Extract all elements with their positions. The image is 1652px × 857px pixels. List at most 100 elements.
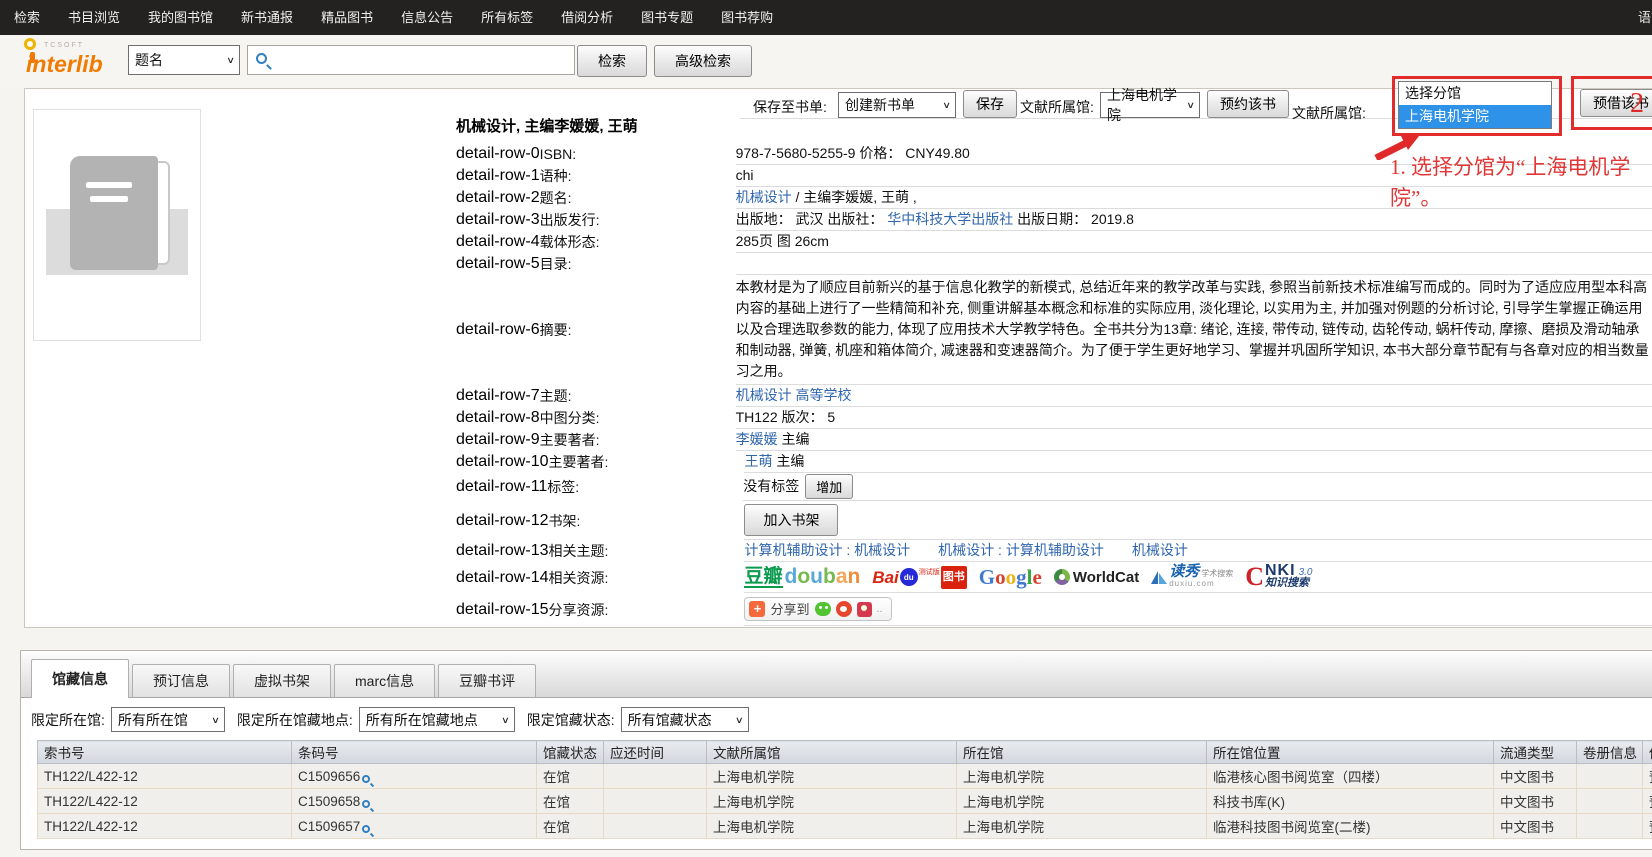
nav-item-借阅分析[interactable]: 借阅分析 <box>547 0 627 35</box>
share-plus-icon[interactable]: + <box>749 601 765 617</box>
cell-0-3 <box>604 764 707 789</box>
detail-link[interactable]: 王萌 <box>744 453 772 469</box>
share-widget[interactable]: +分享到.. <box>744 597 891 621</box>
tab-marc信息[interactable]: marc信息 <box>334 664 435 697</box>
filter-select-2[interactable]: 所有馆藏状态∨ <box>621 707 749 732</box>
cell-cut-2[interactable]: 预借 <box>1643 814 1652 839</box>
detail-label: 相关资源: <box>548 567 744 589</box>
duxiu-logo[interactable]: 读秀学术搜索duxiu.com <box>1151 566 1233 589</box>
save-list-select[interactable]: 创建新书单 ∨ <box>838 92 956 118</box>
detail-value: 机械设计 高等学校 <box>736 385 1652 407</box>
advanced-search-button[interactable]: 高级检索 <box>654 45 752 77</box>
annotation-step1: 1. 选择分馆为“上海电机学 院”。 <box>1390 152 1652 214</box>
add-to-shelf-button[interactable]: 加入书架 <box>744 504 838 536</box>
book-icon <box>70 156 170 270</box>
nav-item-信息公告[interactable]: 信息公告 <box>387 0 467 35</box>
detail-label: 目录: <box>540 253 736 275</box>
nav-item-图书专题[interactable]: 图书专题 <box>627 0 707 35</box>
nav-item-图书荐购[interactable]: 图书荐购 <box>707 0 787 35</box>
cell-cut-1[interactable]: 预借 <box>1643 789 1652 814</box>
detail-value: 本教材是为了顺应目前新兴的基于信息化教学的新模式, 总结近年来的教学改革与实践,… <box>736 275 1652 385</box>
annotation-step1-line1: 1. 选择分馆为“上海电机学 <box>1390 152 1652 183</box>
branch-dropdown-list[interactable]: 选择分馆 上海电机学院 <box>1398 81 1552 129</box>
cell-1-1: C1509658 <box>292 789 537 814</box>
detail-label: 题名: <box>540 187 736 209</box>
detail-link[interactable]: 机械设计 高等学校 <box>736 387 852 403</box>
detail-value: 加入书架 <box>744 501 1652 540</box>
cell-2-5: 上海电机学院 <box>957 814 1207 839</box>
detail-text: / 主编李媛媛, 王萌 , <box>792 189 917 205</box>
drow: detail-row-10主要著者:王萌 主编 <box>456 451 1652 473</box>
detail-link[interactable]: 机械设计 <box>736 189 792 205</box>
share-more[interactable]: .. <box>877 600 883 619</box>
cell-1-7: 中文图书 <box>1494 789 1577 814</box>
filter-value-2: 所有馆藏状态 <box>628 710 712 730</box>
douban-letter: u <box>810 565 823 588</box>
cnki-c-glyph: C <box>1245 566 1264 588</box>
nav-item-精品图书[interactable]: 精品图书 <box>307 0 387 35</box>
filter-select-0[interactable]: 所有所在馆∨ <box>111 707 225 732</box>
nav-item-检索[interactable]: 检索 <box>0 0 54 35</box>
detail-label: 中图分类: <box>540 407 736 429</box>
detail-value <box>736 254 1652 275</box>
google-letter: G <box>979 568 995 587</box>
nav-item-书目浏览[interactable]: 书目浏览 <box>54 0 134 35</box>
filter-value-1: 所有所在馆藏地点 <box>366 710 478 730</box>
nav-menu: 检索书目浏览我的图书馆新书通报精品图书信息公告所有标签借阅分析图书专题图书荐购 <box>0 0 787 35</box>
weibo-icon[interactable] <box>836 601 852 617</box>
annotation-step2: 2 <box>1630 88 1644 120</box>
nav-item-我的图书馆[interactable]: 我的图书馆 <box>134 0 227 35</box>
search-field-select[interactable]: 题名 ∨ <box>128 45 240 75</box>
search-input[interactable] <box>278 46 568 74</box>
related-topic-link[interactable]: 计算机辅助设计 : 机械设计 <box>744 542 910 558</box>
related-topic-link[interactable]: 机械设计 <box>1132 542 1188 558</box>
douban-en-text: douban <box>785 567 861 588</box>
barcode-text: C1509657 <box>298 819 360 834</box>
tab-预订信息[interactable]: 预订信息 <box>132 664 230 697</box>
related-topic-link[interactable]: 机械设计 : 计算机辅助设计 <box>938 542 1104 558</box>
baidu-books-logo[interactable]: Baidu测试版图书 <box>872 566 966 589</box>
douban-letter: a <box>836 565 848 588</box>
nav-item-所有标签[interactable]: 所有标签 <box>467 0 547 35</box>
worldcat-logo[interactable]: WorldCat <box>1054 568 1139 587</box>
interlib-logo[interactable]: TCSOFT interlib <box>12 38 128 86</box>
tab-豆瓣书评[interactable]: 豆瓣书评 <box>438 664 536 697</box>
cell-2-0: TH122/L422-12 <box>38 814 292 839</box>
add-tag-button[interactable]: 增加 <box>805 474 853 499</box>
barcode-text: C1509656 <box>298 769 360 784</box>
reserve-button[interactable]: 预约该书 <box>1207 90 1289 118</box>
save-list-value: 创建新书单 <box>845 95 915 115</box>
baidu-beta-tag: 测试版 <box>919 563 940 582</box>
google-logo[interactable]: Google <box>979 568 1042 587</box>
barcode-magnifier-icon[interactable] <box>362 825 370 833</box>
search-button[interactable]: 检索 <box>577 45 647 77</box>
drow: detail-row-7主题:机械设计 高等学校 <box>456 385 1652 407</box>
save-button[interactable]: 保存 <box>963 90 1017 118</box>
barcode-magnifier-icon[interactable] <box>362 775 370 783</box>
branch-option-placeholder[interactable]: 选择分馆 <box>1399 82 1551 105</box>
cnki-text: NKI3.0知识搜索 <box>1265 565 1312 589</box>
detail-value: 285页 图 26cm <box>736 231 1652 253</box>
qzone-icon[interactable] <box>857 602 872 617</box>
nav-item-新书通报[interactable]: 新书通报 <box>227 0 307 35</box>
detail-link[interactable]: 华中科技大学出版社 <box>887 211 1013 227</box>
barcode-magnifier-icon[interactable] <box>362 800 370 808</box>
cell-cut-0[interactable]: 预借 <box>1643 764 1652 789</box>
cell-2-7: 中文图书 <box>1494 814 1577 839</box>
tab-馆藏信息[interactable]: 馆藏信息 <box>31 659 129 698</box>
duxiu-sail-icon <box>1151 570 1167 584</box>
tab-虚拟书架[interactable]: 虚拟书架 <box>233 664 331 697</box>
drow: detail-row-5目录: <box>456 253 1652 275</box>
language-link[interactable]: 语言 <box>1638 0 1652 35</box>
cnki-logo[interactable]: CNKI3.0知识搜索 <box>1245 565 1312 589</box>
search-box <box>247 45 575 75</box>
detail-label: 主要著者: <box>540 429 736 451</box>
detail-link[interactable]: 李媛媛 <box>736 431 778 447</box>
filter-select-1[interactable]: 所有所在馆藏地点∨ <box>359 707 515 732</box>
google-letter: o <box>995 568 1006 587</box>
duxiu-sub-text: 学术搜索 <box>1201 569 1233 578</box>
branch-option-selected[interactable]: 上海电机学院 <box>1399 105 1551 128</box>
wechat-icon[interactable] <box>815 602 831 616</box>
owner-lib-select[interactable]: 上海电机学院 ∨ <box>1100 92 1200 118</box>
douban-logo[interactable]: 豆瓣douban <box>744 567 860 588</box>
